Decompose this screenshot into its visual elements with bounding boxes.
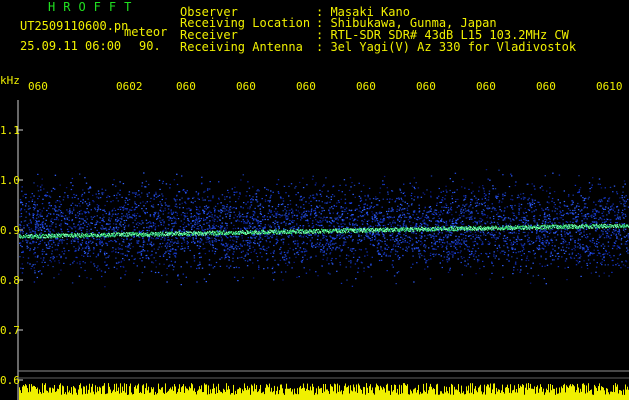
date-time: 25.09.11 06:00	[20, 39, 122, 53]
x-tick-label: 060	[416, 80, 436, 93]
x-tick-label: 060	[476, 80, 496, 93]
x-tick-label: 060	[296, 80, 316, 93]
file-name: UT2509110600.pn	[20, 19, 129, 33]
y-tick-label: 1.0	[0, 174, 20, 187]
x-tick-label: 0610	[596, 80, 623, 93]
mode-label: meteor	[124, 25, 168, 39]
noise-band	[19, 169, 629, 288]
y-tick-label: 1.1	[0, 124, 20, 137]
y-tick-label: 0.7	[0, 324, 20, 337]
x-tick-label: 060	[28, 80, 48, 93]
y-axis-unit: kHz	[0, 74, 20, 87]
antenna-value: : 3el Yagi(V) Az 330 for Vladivostok	[316, 40, 577, 54]
y-tick-label: 0.8	[0, 274, 20, 287]
y-tick-label: 0.6	[0, 374, 20, 387]
x-tick-label: 060	[176, 80, 196, 93]
x-tick-label: 060	[356, 80, 376, 93]
spectrogram-plot	[17, 100, 629, 400]
antenna-label: Receiving Antenna	[180, 40, 303, 54]
x-tick-label: 0602	[116, 80, 143, 93]
y-axis-ticks	[18, 129, 23, 381]
app-brand: HROFFT	[48, 0, 140, 14]
y-tick-label: 0.9	[0, 224, 20, 237]
x-tick-label: 060	[536, 80, 556, 93]
x-tick-label: 060	[236, 80, 256, 93]
record-count: 90.	[139, 39, 161, 53]
signal-level-bars	[19, 383, 629, 400]
